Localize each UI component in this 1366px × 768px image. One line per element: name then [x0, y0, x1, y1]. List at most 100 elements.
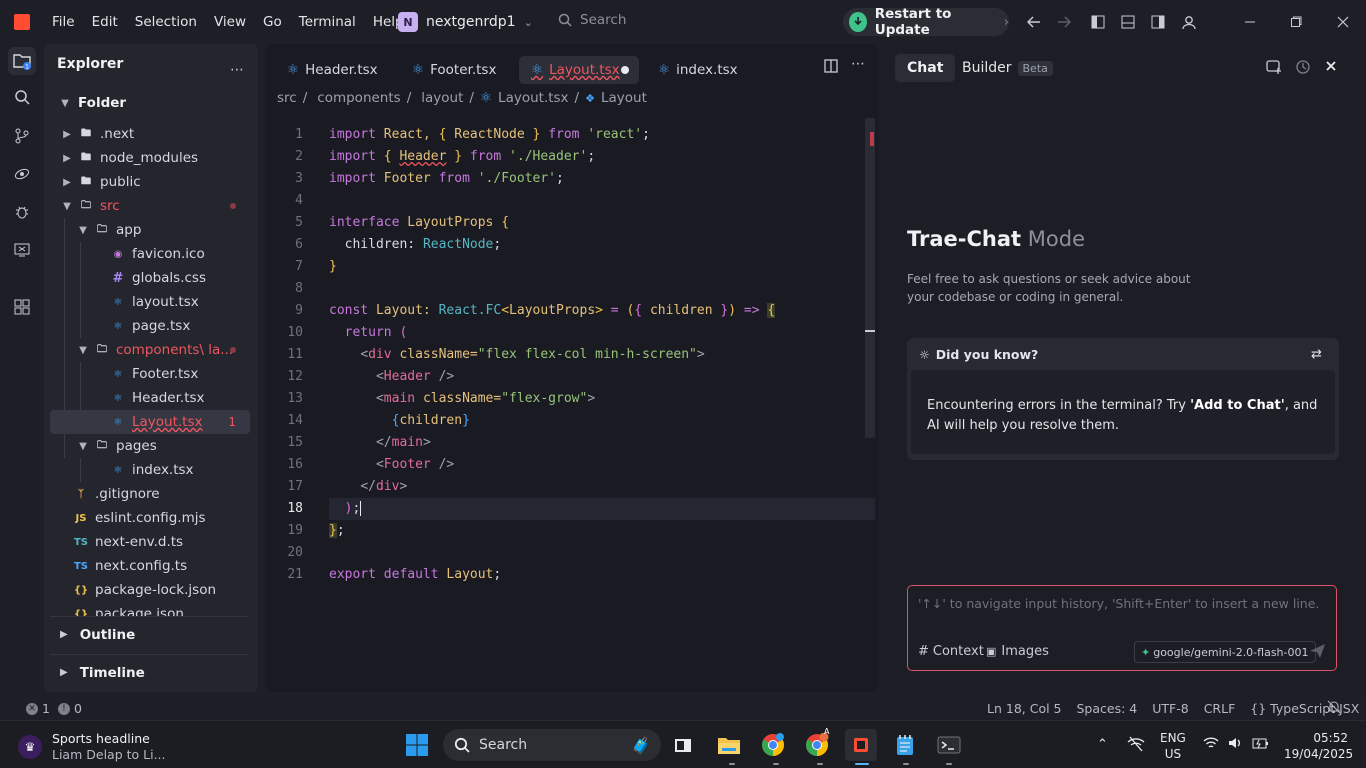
extensions-icon[interactable] — [8, 293, 36, 321]
taskbar-search[interactable]: Search 🧳 — [443, 729, 661, 761]
tree-item-components[interactable]: ▼ 🗀 components\ la... — [44, 338, 258, 362]
unsaved-dot-icon[interactable] — [621, 66, 629, 74]
network-off-icon[interactable] — [1127, 736, 1145, 752]
menu-file[interactable]: File — [52, 14, 75, 30]
tab-footer-tsx[interactable]: ⚛ Footer.tsx — [400, 56, 508, 84]
tree-item-public[interactable]: ▶ 🖿 public — [44, 170, 258, 194]
notifications-off-icon[interactable] — [1327, 700, 1341, 714]
windows-start-icon[interactable] — [401, 729, 433, 761]
editor-scrollbar[interactable] — [865, 118, 875, 438]
close-icon[interactable] — [1325, 60, 1337, 72]
wifi-icon[interactable] — [1203, 736, 1219, 750]
tree-item-node-modules[interactable]: ▶ 🖿 node_modules — [44, 146, 258, 170]
tree-item-package-json[interactable]: {} package.json — [44, 602, 258, 616]
shuffle-icon[interactable]: ⇄ — [1311, 347, 1322, 362]
tree-item-index-tsx[interactable]: ⚛ index.tsx — [44, 458, 258, 482]
code-line-16: <Footer /> — [375, 457, 455, 472]
toggle-panel-icon[interactable] — [1118, 12, 1138, 32]
tree-item-gitignore[interactable]: ᛉ .gitignore — [44, 482, 258, 506]
tab-header-tsx[interactable]: ⚛ Header.tsx — [275, 56, 390, 84]
tab-index-tsx[interactable]: ⚛ index.tsx — [646, 56, 750, 84]
tree-item-layout-tsx[interactable]: ⚛ layout.tsx — [44, 290, 258, 314]
tab-layout-tsx[interactable]: ⚛ Layout.tsx — [519, 56, 639, 84]
toggle-sidebar-icon[interactable] — [1088, 12, 1108, 32]
chevron-right-icon: ▶ — [63, 176, 71, 188]
forward-arrow-icon[interactable] — [1054, 12, 1074, 32]
language-indicator[interactable]: ENG US — [1160, 730, 1186, 762]
tree-item-pages[interactable]: ▼ 🗀 pages — [44, 434, 258, 458]
images-button[interactable]: ▣ Images — [986, 644, 1049, 659]
folder-root[interactable]: ▼ Folder — [44, 91, 258, 115]
tree-item-src[interactable]: ▼ 🗀 src — [44, 194, 258, 218]
timeline-section[interactable]: ▶ Timeline — [50, 654, 248, 690]
send-icon[interactable] — [1309, 643, 1326, 659]
remote-explorer-icon[interactable] — [8, 160, 36, 188]
context-button[interactable]: # Context — [918, 644, 984, 659]
tree-item-layout-tsx-selected[interactable]: ⚛ Layout.tsx 1 — [50, 410, 250, 434]
more-actions-icon[interactable]: ⋯ — [230, 62, 245, 78]
toggle-secondary-sidebar-icon[interactable] — [1148, 12, 1168, 32]
volume-icon[interactable] — [1227, 735, 1243, 751]
model-selector[interactable]: ✦ google/gemini-2.0-flash-001 — [1134, 641, 1316, 663]
tab-chat[interactable]: Chat — [895, 54, 956, 82]
trae-app-icon[interactable] — [845, 729, 877, 761]
menu-terminal[interactable]: Terminal — [299, 14, 356, 30]
tree-item-globals-css[interactable]: # globals.css — [44, 266, 258, 290]
news-widget[interactable]: ♛ Sports headline Liam Delap to Li... — [18, 731, 165, 763]
tree-item-next-config[interactable]: TS next.config.ts — [44, 554, 258, 578]
indent-setting[interactable]: Spaces: 4 — [1077, 701, 1138, 716]
history-icon[interactable] — [1295, 59, 1311, 75]
remote-window-icon[interactable] — [8, 236, 36, 264]
breadcrumb-file[interactable]: Layout.tsx — [498, 90, 569, 106]
breadcrumb-src[interactable]: src — [277, 90, 297, 106]
chat-input[interactable]: '↑↓' to navigate input history, 'Shift+E… — [907, 585, 1337, 671]
tree-item-package-lock[interactable]: {} package-lock.json — [44, 578, 258, 602]
search-activity-icon[interactable] — [8, 83, 36, 111]
account-icon[interactable] — [1179, 12, 1199, 32]
back-arrow-icon[interactable] — [1024, 12, 1044, 32]
tab-builder[interactable]: Builder Beta — [950, 54, 1065, 82]
maximize-icon[interactable] — [1286, 12, 1306, 32]
breadcrumb-components[interactable]: components — [317, 90, 400, 106]
menu-go[interactable]: Go — [263, 14, 282, 30]
battery-icon[interactable] — [1251, 735, 1269, 751]
cursor-position[interactable]: Ln 18, Col 5 — [987, 701, 1062, 716]
chrome-profile-icon[interactable]: A — [801, 727, 833, 761]
encoding[interactable]: UTF-8 — [1152, 701, 1188, 716]
tree-item-next[interactable]: ▶ 🖿 .next — [44, 122, 258, 146]
terminal-icon[interactable] — [933, 729, 965, 761]
explorer-activity-icon[interactable]: 1 — [8, 47, 36, 75]
notepad-icon[interactable] — [889, 729, 921, 761]
debug-icon[interactable] — [8, 198, 36, 226]
new-chat-icon[interactable] — [1266, 59, 1282, 75]
tree-item-favicon[interactable]: ◉ favicon.ico — [44, 242, 258, 266]
tree-item-page-tsx[interactable]: ⚛ page.tsx — [44, 314, 258, 338]
command-search[interactable]: Search — [558, 12, 626, 28]
file-explorer-icon[interactable] — [713, 729, 745, 761]
menu-selection[interactable]: Selection — [135, 14, 197, 30]
task-view-icon[interactable] — [667, 729, 699, 761]
problems-indicator[interactable]: ✕ 1 ! 0 — [26, 701, 82, 716]
tree-item-eslint-config[interactable]: JS eslint.config.mjs — [44, 506, 258, 530]
tree-item-next-env[interactable]: TS next-env.d.ts — [44, 530, 258, 554]
menu-edit[interactable]: Edit — [92, 14, 118, 30]
split-editor-icon[interactable] — [824, 59, 838, 73]
language-mode[interactable]: {} TypeScript JSX — [1250, 701, 1359, 716]
line-ending[interactable]: CRLF — [1204, 701, 1236, 716]
tree-item-footer-tsx[interactable]: ⚛ Footer.tsx — [44, 362, 258, 386]
restart-to-update-button[interactable]: Restart to Update › — [843, 6, 1009, 38]
source-control-icon[interactable] — [8, 122, 36, 150]
breadcrumb-symbol[interactable]: Layout — [601, 90, 647, 106]
more-actions-icon[interactable]: ⋯ — [851, 56, 865, 72]
tree-item-header-tsx[interactable]: ⚛ Header.tsx — [44, 386, 258, 410]
clock[interactable]: 05:52 19/04/2025 — [1284, 730, 1353, 762]
tree-item-app[interactable]: ▼ 🗀 app — [44, 218, 258, 242]
minimize-icon[interactable] — [1240, 12, 1260, 32]
chrome-icon[interactable] — [757, 729, 789, 761]
outline-section[interactable]: ▶ Outline — [50, 616, 248, 652]
project-switcher[interactable]: N nextgenrdp1 ⌄ — [398, 10, 533, 34]
chevron-up-icon[interactable]: ⌃ — [1097, 737, 1108, 752]
menu-view[interactable]: View — [214, 14, 246, 30]
close-window-icon[interactable] — [1333, 12, 1353, 32]
breadcrumb-layout[interactable]: layout — [421, 90, 463, 106]
